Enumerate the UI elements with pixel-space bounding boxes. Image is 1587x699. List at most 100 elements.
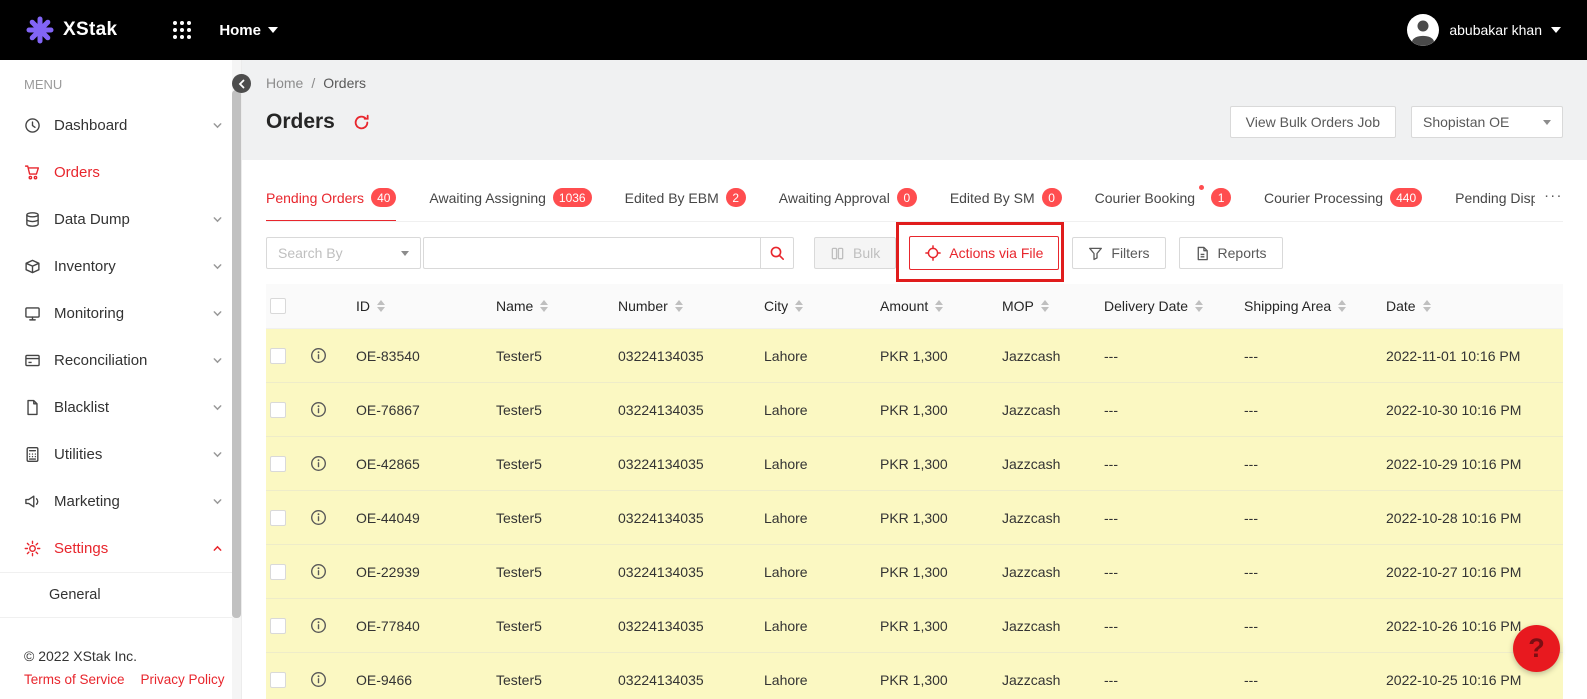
sidebar-collapse-button[interactable]: [232, 74, 251, 93]
cell-amount: PKR 1,300: [880, 653, 1002, 699]
sidebar-item-inventory[interactable]: Inventory: [0, 243, 241, 290]
cell-shipping-area: ---: [1244, 491, 1386, 544]
tabs-overflow-ellipsis[interactable]: ...: [1544, 184, 1563, 201]
cell-number: 03224134035: [618, 599, 764, 652]
search-input[interactable]: [423, 237, 760, 269]
brand-logo[interactable]: XStak: [26, 16, 117, 44]
column-header-date[interactable]: Date: [1386, 284, 1563, 328]
help-button[interactable]: ?: [1513, 625, 1560, 672]
search-button[interactable]: [760, 237, 794, 269]
sidebar-item-marketing[interactable]: Marketing: [0, 478, 241, 525]
column-header-id[interactable]: ID: [356, 284, 496, 328]
sort-icon[interactable]: [795, 300, 803, 312]
sidebar-item-data-dump[interactable]: Data Dump: [0, 196, 241, 243]
sort-icon[interactable]: [1041, 300, 1049, 312]
info-icon[interactable]: [310, 401, 327, 418]
reports-button[interactable]: Reports: [1179, 237, 1283, 269]
cell-name: Tester5: [496, 491, 618, 544]
cell-delivery-date: ---: [1104, 437, 1244, 490]
search-by-dropdown[interactable]: Search By: [266, 237, 421, 269]
info-icon[interactable]: [310, 563, 327, 580]
tab-edited-by-ebm[interactable]: Edited By EBM 2: [625, 174, 746, 221]
table-header-row: ID Name Number City: [266, 284, 1563, 329]
table-row[interactable]: OE-83540 Tester5 03224134035 Lahore PKR …: [266, 329, 1563, 383]
select-all-checkbox[interactable]: [270, 298, 286, 314]
tab-awaiting-approval[interactable]: Awaiting Approval 0: [779, 174, 917, 221]
privacy-policy-link[interactable]: Privacy Policy: [141, 672, 225, 687]
sort-icon[interactable]: [1423, 300, 1431, 312]
row-checkbox[interactable]: [270, 510, 286, 526]
actions-via-file-label: Actions via File: [949, 245, 1043, 261]
sidebar-item-label: Settings: [54, 540, 199, 557]
cell-delivery-date: ---: [1104, 491, 1244, 544]
info-icon[interactable]: [310, 617, 327, 634]
sort-icon[interactable]: [377, 300, 385, 312]
actions-via-file-button[interactable]: Actions via File: [909, 236, 1059, 270]
home-nav-dropdown[interactable]: Home: [219, 22, 278, 39]
breadcrumb-home[interactable]: Home: [266, 75, 303, 91]
avatar: [1406, 13, 1440, 47]
sidebar-subitem-general[interactable]: General: [0, 572, 241, 618]
column-header-delivery-date[interactable]: Delivery Date: [1104, 284, 1244, 328]
column-header-amount[interactable]: Amount: [880, 284, 1002, 328]
column-label: MOP: [1002, 298, 1034, 314]
sort-icon[interactable]: [675, 300, 683, 312]
bulk-button-label: Bulk: [853, 245, 880, 261]
tab-pending-dispatch[interactable]: Pending Dispatch 35: [1455, 174, 1535, 221]
column-header-number[interactable]: Number: [618, 284, 764, 328]
info-icon[interactable]: [310, 509, 327, 526]
sidebar-item-reconciliation[interactable]: Reconciliation: [0, 337, 241, 384]
column-label: Number: [618, 298, 668, 314]
info-icon[interactable]: [310, 455, 327, 472]
row-checkbox[interactable]: [270, 564, 286, 580]
user-menu[interactable]: abubakar khan: [1406, 13, 1561, 47]
info-icon[interactable]: [310, 347, 327, 364]
tab-courier-booking[interactable]: Courier Booking 1: [1095, 174, 1231, 221]
sort-icon[interactable]: [935, 300, 943, 312]
row-checkbox[interactable]: [270, 618, 286, 634]
sort-icon[interactable]: [540, 300, 548, 312]
table-row[interactable]: OE-9466 Tester5 03224134035 Lahore PKR 1…: [266, 653, 1563, 699]
sidebar-item-dashboard[interactable]: Dashboard: [0, 102, 241, 149]
sidebar-item-monitoring[interactable]: Monitoring: [0, 290, 241, 337]
tab-pending-orders[interactable]: Pending Orders 40: [266, 174, 396, 221]
row-checkbox[interactable]: [270, 402, 286, 418]
tab-label: Edited By SM: [950, 190, 1035, 206]
cell-shipping-area: ---: [1244, 545, 1386, 598]
scrollbar-thumb[interactable]: [232, 90, 241, 618]
table-row[interactable]: OE-44049 Tester5 03224134035 Lahore PKR …: [266, 491, 1563, 545]
row-checkbox[interactable]: [270, 672, 286, 688]
sidebar-item-settings[interactable]: Settings: [0, 525, 241, 572]
column-label: Shipping Area: [1244, 298, 1331, 314]
info-icon[interactable]: [310, 671, 327, 688]
tab-courier-processing[interactable]: Courier Processing 440: [1264, 174, 1422, 221]
column-header-shipping-area[interactable]: Shipping Area: [1244, 284, 1386, 328]
table-row[interactable]: OE-76867 Tester5 03224134035 Lahore PKR …: [266, 383, 1563, 437]
chevron-down-icon: [1551, 27, 1561, 33]
sort-icon[interactable]: [1338, 300, 1346, 312]
sidebar-item-orders[interactable]: Orders: [0, 149, 241, 196]
view-bulk-orders-job-button[interactable]: View Bulk Orders Job: [1230, 106, 1396, 138]
row-checkbox[interactable]: [270, 348, 286, 364]
store-select-dropdown[interactable]: Shopistan OE: [1411, 106, 1563, 138]
breadcrumb-current: Orders: [323, 75, 366, 91]
column-header-city[interactable]: City: [764, 284, 880, 328]
row-checkbox[interactable]: [270, 456, 286, 472]
sidebar-item-blacklist[interactable]: Blacklist: [0, 384, 241, 431]
table-row[interactable]: OE-77840 Tester5 03224134035 Lahore PKR …: [266, 599, 1563, 653]
column-header-name[interactable]: Name: [496, 284, 618, 328]
chevron-down-icon: [212, 449, 223, 460]
tab-awaiting-assigning[interactable]: Awaiting Assigning 1036: [429, 174, 591, 221]
refresh-icon[interactable]: [353, 114, 370, 131]
filters-button[interactable]: Filters: [1072, 237, 1165, 269]
table-row[interactable]: OE-22939 Tester5 03224134035 Lahore PKR …: [266, 545, 1563, 599]
tab-edited-by-sm[interactable]: Edited By SM 0: [950, 174, 1062, 221]
terms-of-service-link[interactable]: Terms of Service: [24, 672, 125, 687]
sort-icon[interactable]: [1195, 300, 1203, 312]
apps-grid-icon[interactable]: [173, 21, 191, 39]
sidebar-scrollbar[interactable]: [232, 60, 241, 699]
sidebar-item-utilities[interactable]: Utilities: [0, 431, 241, 478]
bulk-button[interactable]: Bulk: [814, 237, 896, 269]
column-header-mop[interactable]: MOP: [1002, 284, 1104, 328]
table-row[interactable]: OE-42865 Tester5 03224134035 Lahore PKR …: [266, 437, 1563, 491]
